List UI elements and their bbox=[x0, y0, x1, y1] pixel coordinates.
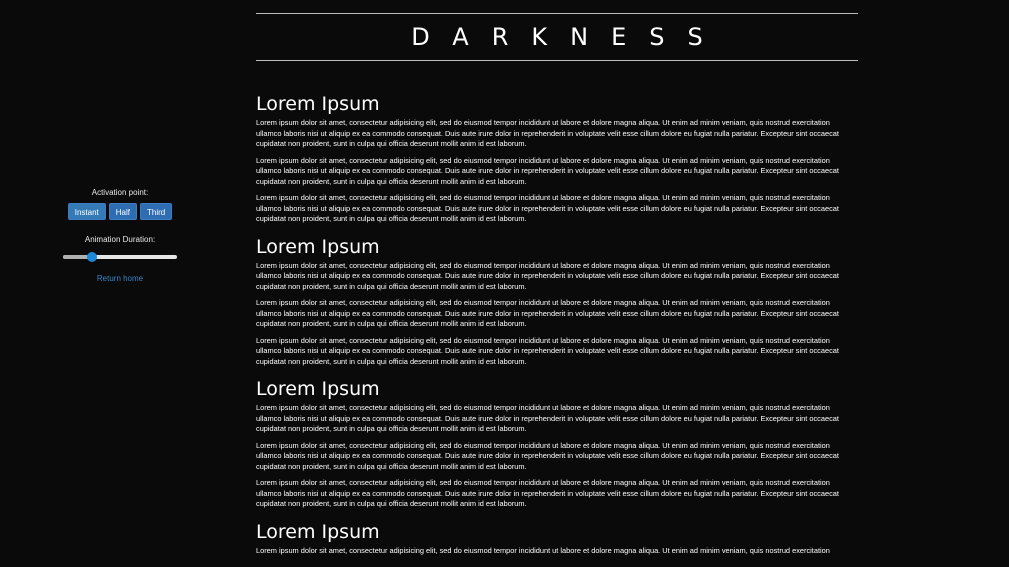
animation-duration-label: Animation Duration: bbox=[84, 235, 156, 244]
activation-point-label: Activation point: bbox=[91, 188, 149, 197]
section-paragraph: Lorem ipsum dolor sit amet, consectetur … bbox=[256, 298, 839, 328]
section-paragraph: Lorem ipsum dolor sit amet, consectetur … bbox=[256, 545, 830, 555]
section-heading: Lorem Ipsum bbox=[256, 93, 380, 115]
half-button[interactable]: Half bbox=[108, 203, 137, 220]
animation-duration-slider[interactable] bbox=[63, 252, 177, 262]
section-paragraph: Lorem ipsum dolor sit amet, consectetur … bbox=[256, 193, 839, 223]
section-paragraph: Lorem ipsum dolor sit amet, consectetur … bbox=[256, 260, 839, 291]
sidebar-controls: Activation point: Instant Half Third Ani… bbox=[50, 187, 190, 283]
content-section: Lorem Ipsum Lorem ipsum dolor sit amet, c… bbox=[256, 233, 858, 368]
instant-button[interactable]: Instant bbox=[67, 203, 106, 220]
slider-thumb[interactable] bbox=[86, 252, 97, 262]
third-button[interactable]: Third bbox=[140, 203, 173, 220]
section-paragraph: Lorem ipsum dolor sit amet, consectetur … bbox=[256, 335, 839, 366]
page-header: DARKNESS bbox=[256, 13, 858, 61]
content-section: Lorem Ipsum Lorem ipsum dolor sit amet, c… bbox=[256, 90, 858, 225]
section-heading: Lorem Ipsum bbox=[256, 378, 380, 400]
section-paragraph: Lorem ipsum dolor sit amet, consectetur … bbox=[256, 403, 839, 433]
return-home-link[interactable]: Return home bbox=[97, 274, 143, 283]
content-section: Lorem Ipsum Lorem ipsum dolor sit amet, c… bbox=[256, 375, 858, 510]
section-heading: Lorem Ipsum bbox=[256, 520, 380, 543]
content-section: Lorem Ipsum Lorem ipsum dolor sit amet, c… bbox=[256, 518, 858, 557]
section-paragraph: Lorem ipsum dolor sit amet, consectetur … bbox=[256, 478, 839, 508]
section-paragraph: Lorem ipsum dolor sit amet, consectetur … bbox=[256, 440, 839, 471]
page-title: DARKNESS bbox=[411, 23, 726, 51]
section-heading: Lorem Ipsum bbox=[256, 235, 380, 258]
section-paragraph: Lorem ipsum dolor sit amet, consectetur … bbox=[256, 118, 839, 148]
main-content: Lorem Ipsum Lorem ipsum dolor sit amet, c… bbox=[256, 90, 858, 564]
activation-button-group: Instant Half Third bbox=[50, 203, 190, 220]
section-paragraph: Lorem ipsum dolor sit amet, consectetur … bbox=[256, 155, 839, 186]
